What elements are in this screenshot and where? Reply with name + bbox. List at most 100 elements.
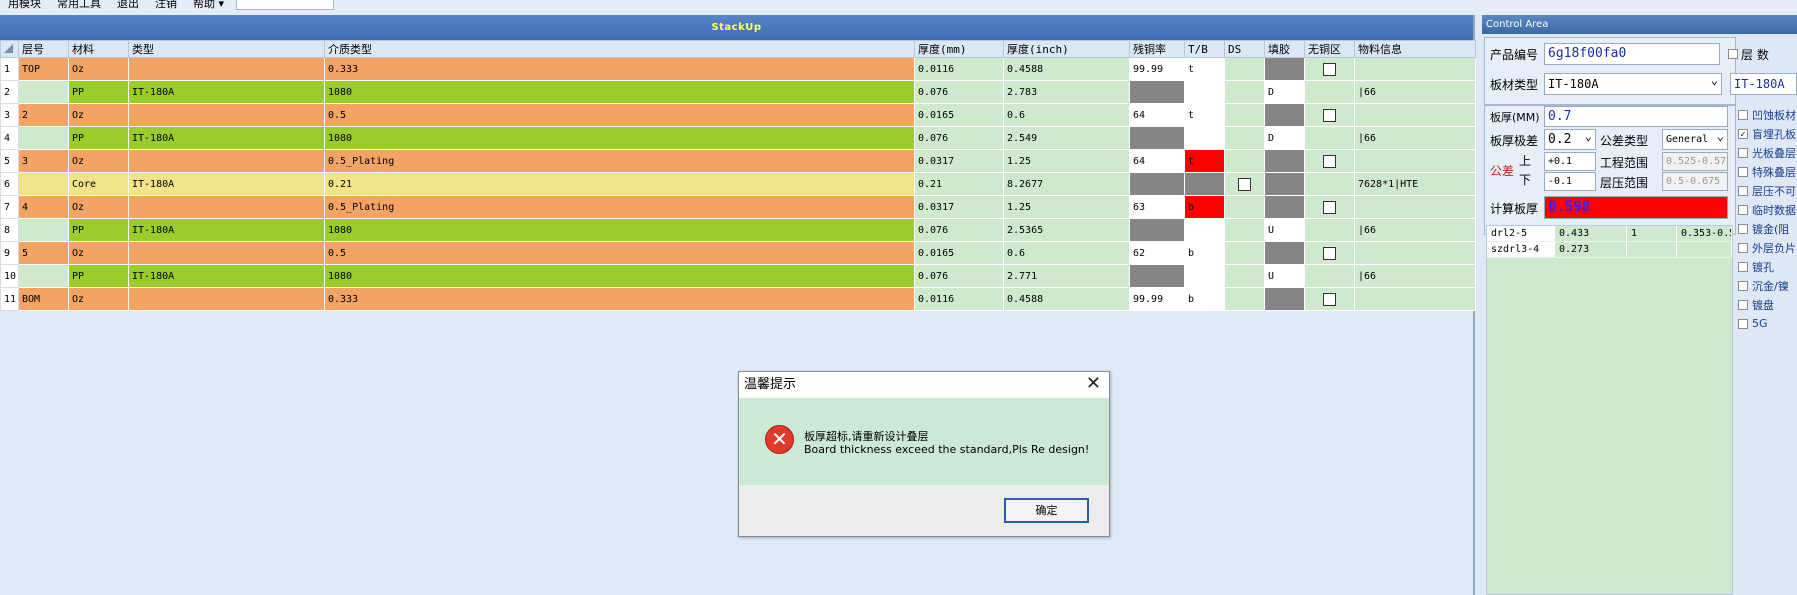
col-header[interactable]: 无铜区 [1304,40,1355,58]
menu-item-help[interactable]: 帮助 ▾ [185,0,232,10]
cell-tb[interactable] [1184,126,1225,150]
menu-item-logout[interactable]: 注销 [147,0,185,10]
cell-ds[interactable] [1224,287,1265,311]
option-checkbox[interactable] [1738,185,1748,196]
option-checkbox[interactable] [1738,299,1748,310]
cell-copper-rate[interactable]: 64 [1129,149,1185,173]
option-item[interactable]: 层压不可 [1738,181,1797,200]
cell-thickness-mm[interactable]: 0.076 [914,126,1004,150]
option-item[interactable]: 临时数据 [1738,200,1797,219]
cell-thickness-inch[interactable]: 1.25 [1003,195,1130,219]
toolbar-combo[interactable] [236,0,335,10]
cell-layer[interactable] [18,264,69,288]
cell-tb[interactable]: t [1184,149,1225,173]
option-item[interactable]: 镀盘 [1738,295,1797,314]
col-header[interactable]: 物料信息 [1354,40,1476,58]
cell-thickness-inch[interactable]: 2.5365 [1003,218,1130,242]
cell-dielectric[interactable]: 1080 [324,264,915,288]
cell-layer[interactable]: 3 [18,149,69,173]
lower-tolerance-input[interactable]: -0.1 [1544,172,1596,191]
table-row[interactable]: 7 4 Oz 0.5_Plating 0.0317 1.25 63 b [0,195,1476,219]
cell-material-info[interactable]: |66 [1354,264,1476,288]
cell-tb[interactable]: b [1184,241,1225,265]
table-row[interactable]: 2 PP IT-180A 1080 0.076 2.783 D |66 [0,80,1476,104]
col-header[interactable]: 类型 [128,40,325,58]
cell-layer[interactable]: BOM [18,287,69,311]
table-row[interactable]: szdrl3-4 0.273 [1487,242,1732,258]
board-type-select[interactable]: IT-180A [1544,73,1722,95]
no-copper-checkbox[interactable] [1323,108,1336,122]
table-row[interactable]: 4 PP IT-180A 1080 0.076 2.549 D |66 [0,126,1476,150]
cell-thickness-inch[interactable]: 0.6 [1003,103,1130,127]
cell-material[interactable]: PP [68,218,129,242]
cell-thickness-inch[interactable]: 1.25 [1003,149,1130,173]
cell-material-info[interactable]: 7628*1|HTE [1354,172,1476,196]
cell-dielectric[interactable]: 1080 [324,218,915,242]
close-icon[interactable]: ✕ [1086,375,1101,393]
cell-copper-rate[interactable] [1129,264,1185,288]
table-row[interactable]: 8 PP IT-180A 1080 0.076 2.5365 U |66 [0,218,1476,242]
cell-thickness-inch[interactable]: 2.783 [1003,80,1130,104]
cell-copper-rate[interactable]: 99.99 [1129,57,1185,81]
corner-icon[interactable] [0,40,19,58]
menu-item-tools[interactable]: 常用工具 [49,0,109,10]
cell-layer[interactable]: 2 [18,103,69,127]
cell-dielectric[interactable]: 0.333 [324,57,915,81]
cell-ds[interactable] [1224,241,1265,265]
cell-material-info[interactable]: |66 [1354,80,1476,104]
cell-copper-rate[interactable]: 64 [1129,103,1185,127]
cell-type[interactable]: IT-180A [128,264,325,288]
ok-button[interactable]: 确定 [1004,498,1089,523]
option-checkbox[interactable] [1738,223,1748,234]
table-row[interactable]: drl2-5 0.433 1 0.353-0.513 [1487,226,1732,242]
option-item[interactable]: 沉金/镍 [1738,276,1797,295]
cell-copper-rate[interactable] [1129,218,1185,242]
cell-material[interactable]: Oz [68,57,129,81]
table-row[interactable]: 5 3 Oz 0.5_Plating 0.0317 1.25 64 t [0,149,1476,173]
cell-thickness-mm[interactable]: 0.0165 [914,103,1004,127]
table-row[interactable]: 6 Core IT-180A 0.21 0.21 8.2677 7628*1|H… [0,172,1476,196]
cell-copper-rate[interactable] [1129,126,1185,150]
cell-thickness-mm[interactable]: 0.0317 [914,195,1004,219]
menu-item-modules[interactable]: 用模块 [0,0,49,10]
cell-fill[interactable] [1264,241,1305,265]
cell-tb[interactable] [1184,218,1225,242]
cell-ds[interactable] [1224,80,1265,104]
option-checkbox[interactable] [1738,147,1748,158]
cell-dielectric[interactable]: 0.5_Plating [324,149,915,173]
table-row[interactable]: 10 PP IT-180A 1080 0.076 2.771 U |66 [0,264,1476,288]
cell-thickness-mm[interactable]: 0.0116 [914,57,1004,81]
cell-layer[interactable] [18,218,69,242]
cell-fill[interactable] [1264,195,1305,219]
cell-dielectric[interactable]: 0.5 [324,241,915,265]
cell-layer[interactable] [18,172,69,196]
option-item[interactable]: 外层负片 [1738,238,1797,257]
cell-material-info[interactable] [1354,149,1476,173]
col-header[interactable]: 残铜率 [1129,40,1185,58]
layers-checkbox[interactable] [1728,49,1738,59]
table-row[interactable]: 1 TOP Oz 0.333 0.0116 0.4588 99.99 t [0,57,1476,81]
cell-copper-rate[interactable]: 62 [1129,241,1185,265]
ds-checkbox[interactable] [1238,177,1251,191]
option-checkbox[interactable] [1738,242,1748,253]
cell-tb[interactable]: b [1184,287,1225,311]
cell-fill[interactable]: U [1264,218,1305,242]
cell-material[interactable]: Oz [68,287,129,311]
thickness-input[interactable]: 0.7 [1544,106,1728,127]
cell-material[interactable]: PP [68,80,129,104]
cell-thickness-inch[interactable]: 0.6 [1003,241,1130,265]
cell-thickness-inch[interactable]: 0.4588 [1003,57,1130,81]
cell-dielectric[interactable]: 0.21 [324,172,915,196]
cell-material-info[interactable] [1354,195,1476,219]
table-row[interactable]: 11 BOM Oz 0.333 0.0116 0.4588 99.99 b [0,287,1476,311]
cell-layer[interactable] [18,126,69,150]
cell-tb[interactable] [1184,80,1225,104]
cell-material[interactable]: Oz [68,149,129,173]
cell-layer[interactable] [18,80,69,104]
cell-dielectric[interactable]: 0.333 [324,287,915,311]
cell-fill[interactable] [1264,57,1305,81]
cell-material[interactable]: PP [68,264,129,288]
upper-tolerance-input[interactable]: +0.1 [1544,152,1596,171]
cell-copper-rate[interactable]: 99.99 [1129,287,1185,311]
cell-ds[interactable] [1224,195,1265,219]
